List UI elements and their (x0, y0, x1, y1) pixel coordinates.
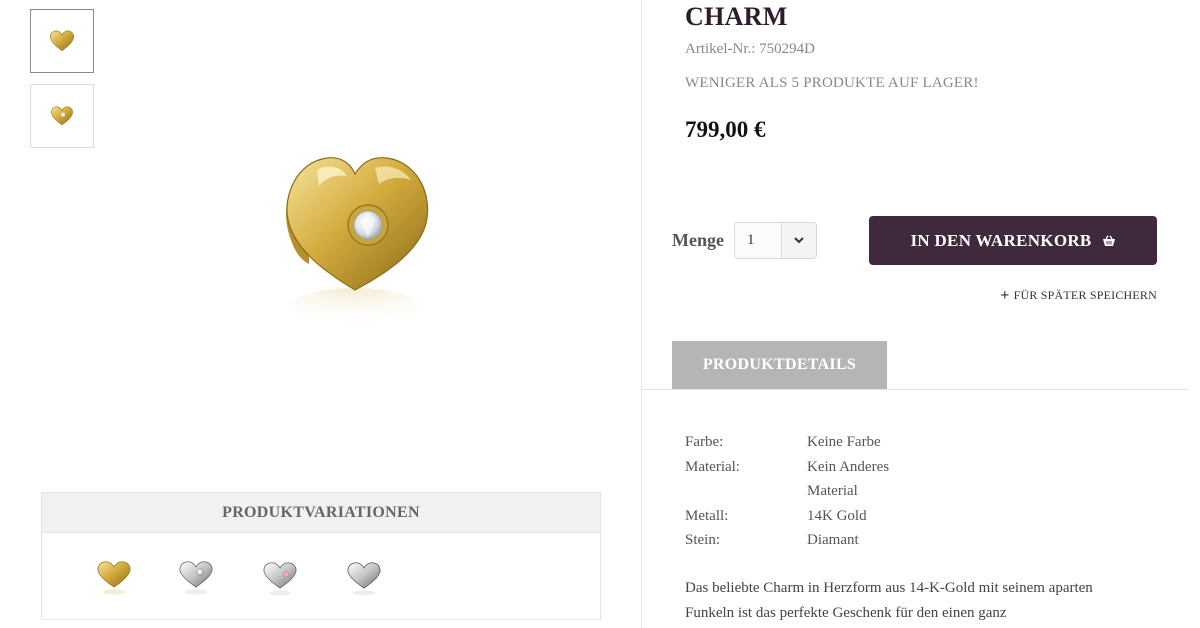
silver-heart-charm-icon (347, 562, 381, 596)
chevron-down-icon (794, 237, 804, 244)
quantity-select[interactable]: 1 (734, 222, 817, 259)
add-to-cart-button[interactable]: IN DEN WARENKORB (869, 216, 1157, 265)
product-thumbnail-1[interactable] (30, 9, 94, 73)
gold-heart-charm-icon (51, 106, 73, 126)
spec-row-color: Farbe: Keine Farbe (685, 430, 927, 455)
plus-icon: + (1000, 286, 1010, 304)
quantity-value: 1 (735, 223, 781, 258)
spec-row-material: Material: Kein Anderes Material (685, 455, 927, 504)
spec-value: Kein Anderes Material (807, 458, 890, 500)
tab-underline (642, 389, 1188, 390)
product-main-image (286, 157, 429, 328)
gold-heart-charm-icon (286, 157, 429, 328)
sku-value: 750294D (759, 41, 815, 57)
spec-label: Stein: (685, 532, 721, 548)
tab-product-details[interactable]: PRODUKTDETAILS (672, 341, 887, 389)
gold-heart-charm-icon (97, 561, 131, 595)
spec-label: Metall: (685, 507, 729, 524)
spec-value: Keine Farbe (807, 434, 881, 450)
spec-label: Material: (685, 458, 740, 475)
spec-value: Diamant (807, 532, 859, 548)
spec-row-stone: Stein: Diamant (685, 528, 927, 553)
variation-silver-heart-clear-stone[interactable] (176, 557, 216, 597)
product-variations-panel: PRODUKTVARIATIONEN (41, 492, 601, 620)
silver-heart-charm-icon (263, 562, 297, 596)
product-specs: Farbe: Keine Farbe Material: Kein Andere… (685, 430, 927, 553)
spec-label: Farbe: (685, 434, 724, 450)
product-sku: Artikel-Nr.: 750294D (685, 41, 815, 58)
spec-value: 14K Gold (807, 507, 867, 524)
quantity-dropdown-toggle[interactable] (781, 223, 816, 258)
column-divider (641, 0, 642, 628)
basket-icon (1102, 234, 1115, 246)
variation-gold-heart[interactable] (94, 557, 134, 597)
product-description: Das beliebte Charm in Herzform aus 14-K-… (685, 580, 1093, 621)
save-for-later-label: FÜR SPÄTER SPEICHERN (1013, 288, 1157, 302)
variations-heading: PRODUKTVARIATIONEN (42, 493, 600, 533)
spec-row-metal: Metall: 14K Gold (685, 504, 927, 529)
product-thumbnail-2[interactable] (30, 84, 94, 148)
variation-silver-heart-pink-stone[interactable] (260, 557, 300, 597)
product-title: CHARM (685, 2, 788, 31)
sku-label: Artikel-Nr.: (685, 41, 756, 57)
gold-heart-charm-icon (49, 30, 75, 52)
stock-notice: WENIGER ALS 5 PRODUKTE AUF LAGER! (685, 75, 979, 91)
product-price: 799,00 € (685, 117, 766, 142)
add-to-cart-label: IN DEN WARENKORB (910, 230, 1092, 250)
quantity-label: Menge (672, 230, 724, 250)
save-for-later-link[interactable]: + FÜR SPÄTER SPEICHERN (1000, 286, 1157, 304)
product-page: PRODUKTVARIATIONEN CHARM Artikel-Nr.: 75… (0, 0, 1200, 628)
variation-silver-heart-plain[interactable] (344, 557, 384, 597)
silver-heart-charm-icon (179, 561, 213, 595)
